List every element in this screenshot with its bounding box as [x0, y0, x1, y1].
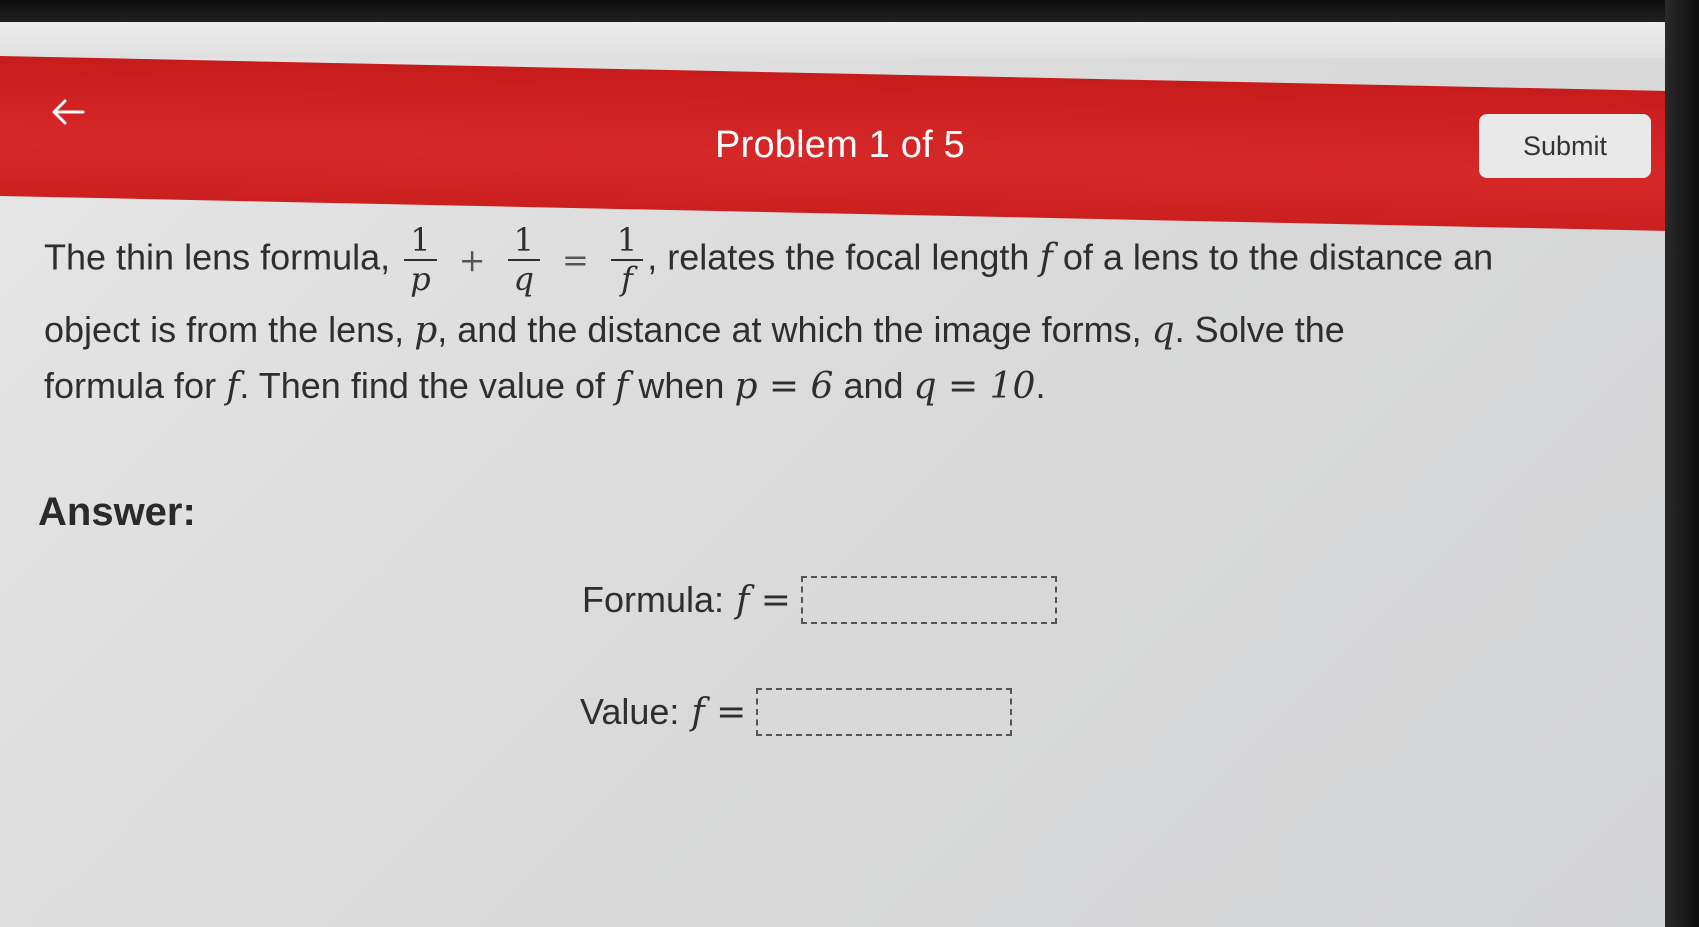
variable-f: f — [226, 366, 240, 407]
question-text-intro: The thin lens formula, — [44, 236, 391, 278]
formula-label: Formula: — [582, 579, 725, 620]
formula-row: Formula: f = — [582, 576, 1057, 624]
question-text-when: when — [638, 365, 725, 406]
question-text-solve: . Solve the — [1174, 309, 1345, 350]
fraction-numerator: 1 — [616, 221, 638, 259]
fraction-denominator: f — [621, 259, 633, 298]
question-text-period: . — [1035, 365, 1046, 406]
question-line-3: formula for f. Then find the value of f … — [44, 364, 1045, 408]
question-text-image: , and the distance at which the image fo… — [437, 309, 1142, 350]
variable-q: q — [1151, 310, 1175, 351]
fraction-denominator: p — [410, 259, 431, 298]
formula-lhs: f = — [736, 579, 791, 621]
answer-heading: Answer: — [38, 490, 196, 534]
variable-p: p — [414, 310, 438, 351]
q-equals-10: q = 10 — [913, 366, 1036, 407]
value-lhs: f = — [691, 691, 747, 733]
equals-sign: = — [562, 240, 589, 279]
page-title: Problem 1 of 5 — [715, 124, 965, 166]
variable-f: f — [1039, 237, 1053, 279]
screen: Problem 1 of 5 Submit The thin lens form… — [0, 22, 1668, 927]
question-text-find: . Then find the value of — [239, 365, 605, 406]
p-equals-6: p = 6 — [734, 366, 834, 407]
value-input[interactable] — [756, 688, 1013, 736]
question-text-relates: , relates the focal length — [647, 236, 1030, 278]
device-bezel-right — [1665, 0, 1699, 927]
fraction-numerator: 1 — [513, 221, 534, 259]
fraction-1-over-p: 1 p — [404, 221, 437, 298]
formula-input[interactable] — [800, 576, 1057, 624]
value-label: Value: — [580, 691, 680, 732]
arrow-left-icon — [52, 99, 85, 125]
fraction-1-over-f: 1 f — [610, 221, 644, 298]
question-line-2: object is from the lens, p, and the dist… — [44, 308, 1345, 352]
value-row: Value: f = — [580, 688, 1013, 736]
plus-sign: + — [458, 240, 486, 279]
question-text-lens: of a lens to the distance an — [1062, 236, 1494, 278]
question-text-and: and — [843, 365, 904, 406]
status-strip — [0, 22, 1668, 58]
submit-button[interactable]: Submit — [1479, 114, 1651, 178]
question-line-1: The thin lens formula, 1 p + 1 q = 1 f ,… — [44, 222, 1493, 298]
fraction-denominator: q — [513, 259, 534, 298]
fraction-1-over-q: 1 q — [507, 221, 540, 298]
fraction-numerator: 1 — [410, 221, 431, 259]
question-text-formula-for: formula for — [44, 365, 217, 406]
variable-f: f — [615, 366, 629, 407]
question-text-object: object is from the lens, — [44, 309, 405, 350]
back-button[interactable] — [44, 88, 92, 136]
